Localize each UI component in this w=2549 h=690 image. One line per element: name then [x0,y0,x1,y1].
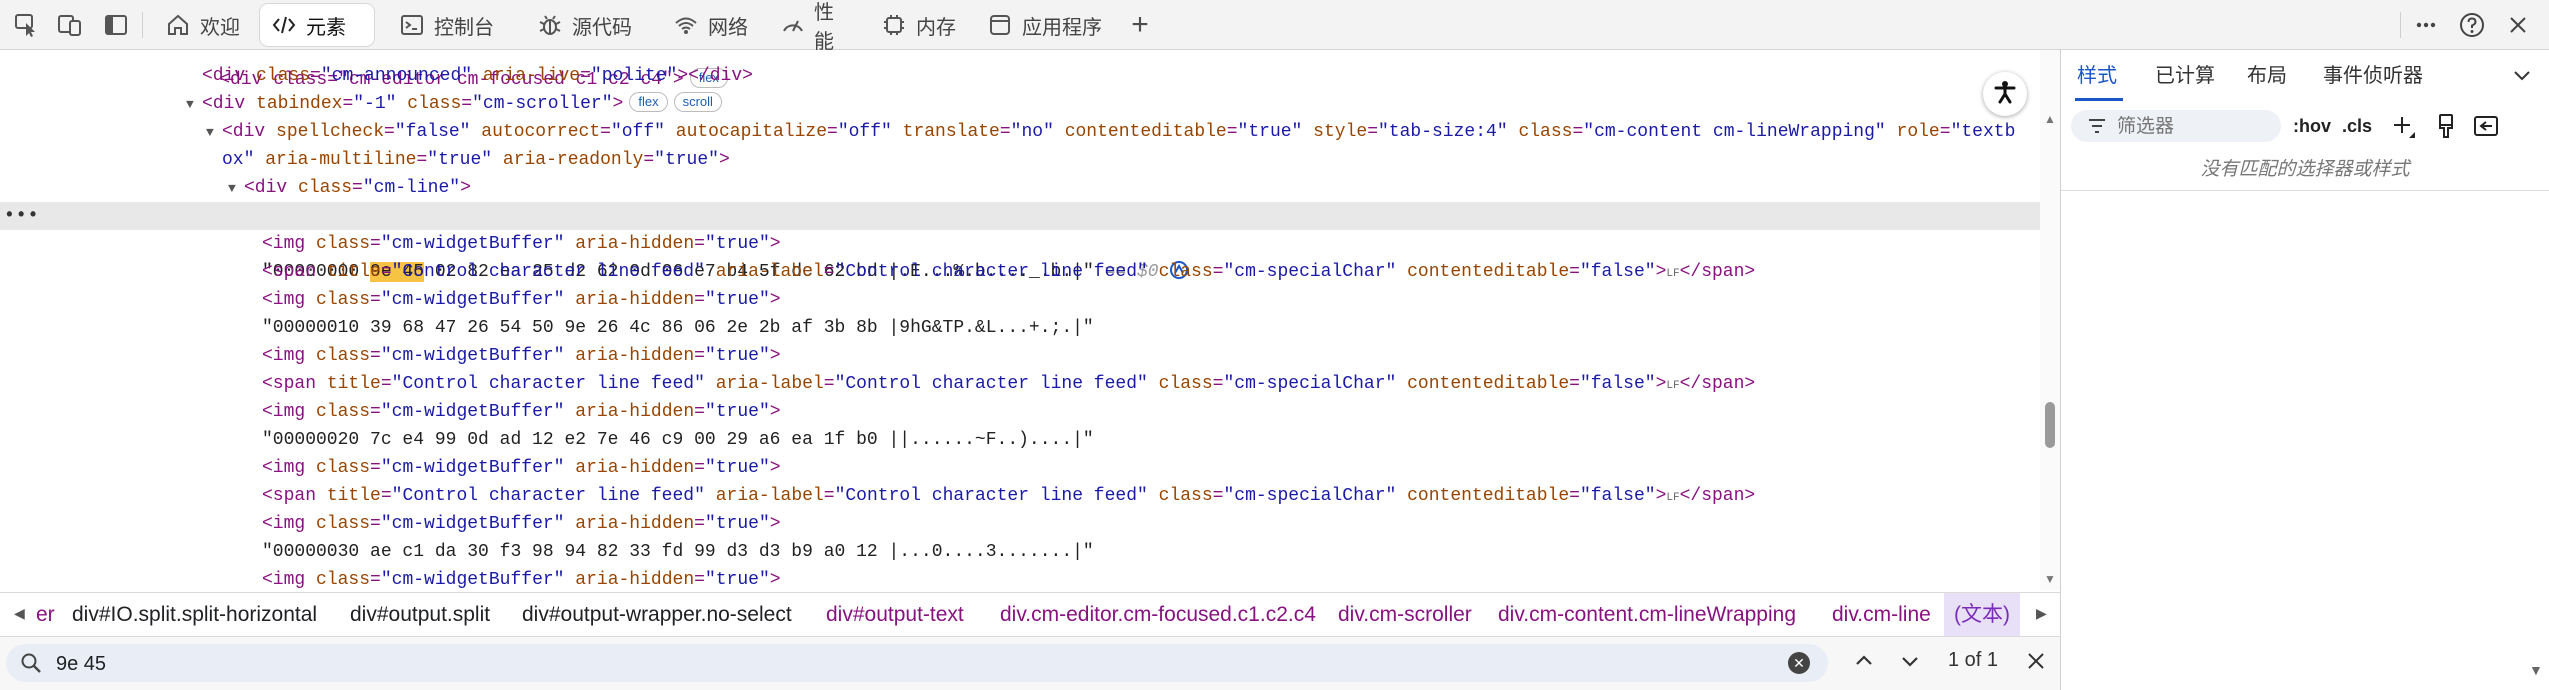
dom-line[interactable]: <img class="cm-widgetBuffer" aria-hidden… [262,510,2040,538]
device-emulation-icon[interactable] [54,9,86,41]
tab-application[interactable]: 应用程序 [976,4,1114,46]
breadcrumb-item[interactable]: er [36,593,55,636]
dom-line[interactable]: <img class="cm-widgetBuffer" aria-hidden… [262,566,2040,590]
styles-pane: 样式 已计算 布局 事件侦听器 :hov .cls 没有匹配的选择器或样式 ▼ [2061,50,2549,690]
tab-computed[interactable]: 已计算 [2155,50,2215,102]
breadcrumb-item-active[interactable]: (文本) [1944,593,2020,636]
scroll-badge[interactable]: scroll [673,92,722,112]
breadcrumb-item[interactable]: div.cm-scroller [1338,593,1472,636]
breadcrumb-item[interactable]: div.cm-line [1832,593,1931,636]
tab-console[interactable]: 控制台 [388,4,512,46]
dom-line[interactable]: <img class="cm-widgetBuffer" aria-hidden… [262,286,2040,314]
gauge-icon [780,11,806,39]
breadcrumb-item[interactable]: div#output-text [826,593,964,636]
hover-state-button[interactable]: :hov [2293,116,2331,137]
dom-tree-scrollbar[interactable]: ▲ ▼ [2040,50,2060,590]
dom-line[interactable]: <span title="Control character line feed… [262,482,2040,510]
inspect-element-icon[interactable] [10,9,42,41]
dom-text-line[interactable]: "00000010 39 68 47 26 54 50 9e 26 4c 86 … [262,314,2040,342]
scrollbar-thumb[interactable] [2045,402,2055,448]
scroll-down-icon[interactable]: ▼ [2044,572,2056,586]
tab-network[interactable]: 网络 [662,4,766,46]
no-matching-styles-message: 没有匹配的选择器或样式 [2200,159,2410,180]
node-actions-icon[interactable]: ••• [4,202,39,230]
next-match-icon[interactable] [1898,649,1922,678]
collapse-triangle-icon[interactable]: ▼ [228,175,244,203]
tab-sources[interactable]: 源代码 [526,4,656,46]
dom-line[interactable]: <span title="Control character line feed… [262,370,2040,398]
new-style-rule-icon[interactable] [2391,114,2417,145]
dom-line[interactable]: ▼ <div tabindex="-1" class="cm-scroller">… [186,90,2040,118]
breadcrumb-scroll-right-icon[interactable]: ▶ [2036,605,2047,622]
filter-icon [2087,117,2107,140]
devtools-toolbar: 欢迎 元素 控制台 源代码 网络 性能 内存 应用程序 + [0,0,2549,53]
dom-line[interactable]: <img class="cm-widgetBuffer" aria-hidden… [262,342,2040,370]
active-tab-indicator [2075,98,2123,101]
dom-line[interactable]: <span title="Control character line feed… [262,258,2040,286]
chevron-down-icon[interactable] [2511,64,2533,91]
breadcrumb-item[interactable]: div#output-wrapper.no-select [522,593,792,636]
breadcrumb-item[interactable]: div.cm-editor.cm-focused.c1.c2.c4 [1000,593,1316,636]
dom-text-line[interactable]: "00000030 ae c1 da 30 f3 98 94 82 33 fd … [262,538,2040,566]
search-box: ✕ [6,644,1828,684]
selected-dom-line[interactable]: ••• "00000000 9e 45 02 82 ea 25 d2 62 0d… [0,202,2040,282]
tab-performance[interactable]: 性能 [770,2,860,53]
dom-line[interactable]: ▼ <div class="cm-line"> [228,174,2040,202]
dom-line[interactable]: ▼ <div spellcheck="false" autocorrect="of… [206,118,2040,146]
code-icon [270,11,298,39]
breadcrumb: ◀ er div#IO.split.split-horizontal div#o… [0,592,2060,636]
close-icon[interactable] [2502,9,2534,41]
search-icon [20,652,42,679]
wifi-icon [672,11,700,39]
application-icon [986,11,1014,39]
previous-match-icon[interactable] [1852,649,1876,678]
dom-line[interactable]: <img class="cm-widgetBuffer" aria-hidden… [262,398,2040,426]
tab-styles[interactable]: 样式 [2077,50,2117,102]
breadcrumb-item[interactable]: div.cm-content.cm-lineWrapping [1498,593,1796,636]
search-input[interactable] [54,644,1758,684]
paint-brush-icon[interactable] [2435,112,2457,145]
dom-line[interactable]: <div class="cm-announced" aria-live="pol… [202,62,2040,90]
flex-badge[interactable]: flex [629,92,668,112]
tab-memory[interactable]: 内存 [870,4,966,46]
breadcrumb-item[interactable]: div#output.split [350,593,490,636]
tab-welcome[interactable]: 欢迎 [154,4,254,46]
close-search-icon[interactable] [2024,649,2048,678]
memory-icon [880,11,908,39]
styles-tabs: 样式 已计算 布局 事件侦听器 [2061,50,2549,103]
breadcrumb-item[interactable]: div#IO.split.split-horizontal [72,593,317,636]
home-icon [164,11,192,39]
scroll-up-icon[interactable]: ▲ [2044,112,2056,126]
help-icon[interactable] [2456,9,2488,41]
class-toggle-button[interactable]: .cls [2342,116,2372,137]
bug-icon [536,11,564,39]
dom-line[interactable]: ox" aria-multiline="true" aria-readonly=… [222,146,2040,174]
match-count: 1 of 1 [1948,649,1999,671]
elements-dom-tree[interactable]: <div class="cm-editor cm-focused c1 c2 c… [0,50,2040,590]
dock-side-icon[interactable] [100,9,132,41]
breadcrumb-scroll-left-icon[interactable]: ◀ [14,605,25,622]
styles-filter-input[interactable] [2115,110,2279,144]
styles-filter-row: :hov .cls [2061,102,2549,150]
add-tab-icon[interactable]: + [1124,8,1156,41]
collapse-triangle-icon[interactable]: ▼ [186,91,202,119]
resize-handle-icon[interactable]: ▼ [2529,662,2543,678]
toggle-computed-sidebar-icon[interactable] [2473,114,2499,143]
more-icon[interactable] [2410,9,2442,41]
filter-box [2071,110,2281,144]
console-icon [398,11,426,39]
tab-event-listeners[interactable]: 事件侦听器 [2323,50,2423,102]
divider [2061,190,2549,191]
dom-line[interactable]: <img class="cm-widgetBuffer" aria-hidden… [262,454,2040,482]
dom-search-bar: ✕ 1 of 1 [0,636,2060,690]
collapse-triangle-icon[interactable]: ▼ [206,119,222,147]
dom-text-line[interactable]: "00000020 7c e4 99 0d ad 12 e2 7e 46 c9 … [262,426,2040,454]
clear-search-icon[interactable]: ✕ [1788,652,1810,674]
tab-elements[interactable]: 元素 [260,4,374,46]
accessibility-icon [1992,79,2018,110]
tab-layout[interactable]: 布局 [2247,50,2287,102]
dom-line[interactable]: <img class="cm-widgetBuffer" aria-hidden… [262,230,2040,258]
accessibility-button[interactable] [1983,72,2027,116]
